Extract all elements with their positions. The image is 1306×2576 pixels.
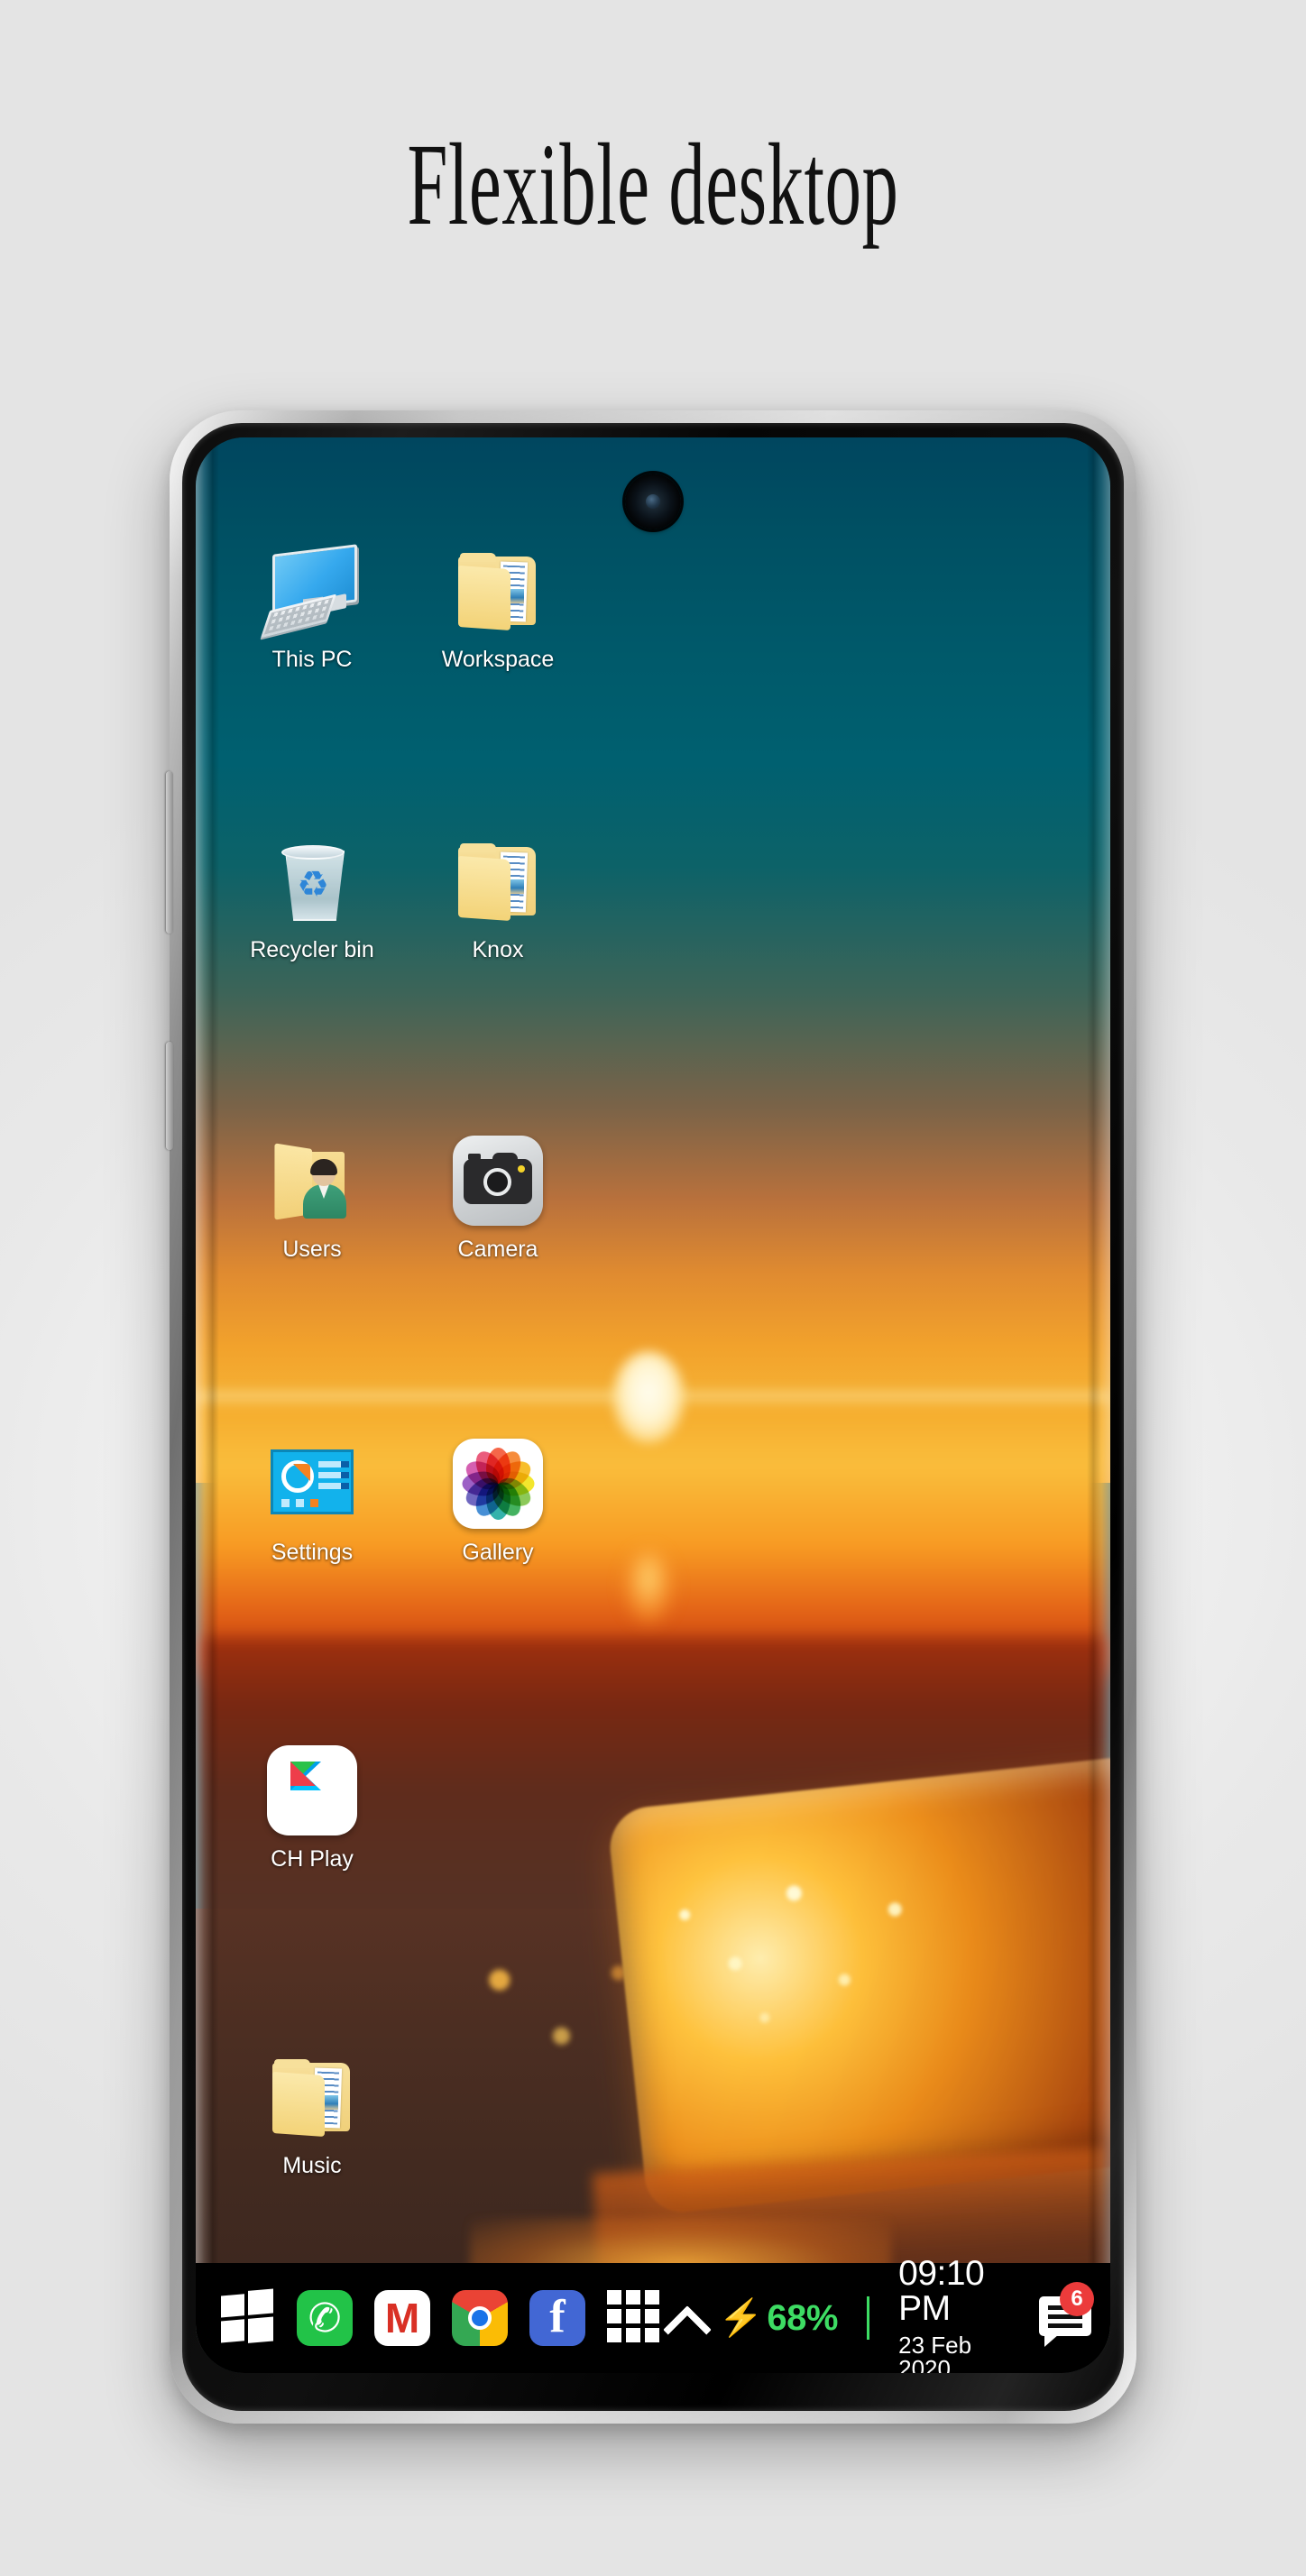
- chrome-icon: [452, 2290, 508, 2346]
- desktop-icon-label: This PC: [271, 647, 353, 672]
- desktop-icon-label: Users: [282, 1237, 342, 1262]
- desktop-icon-settings[interactable]: Settings: [235, 1437, 389, 1565]
- desktop-icon-label: Settings: [271, 1540, 354, 1565]
- desktop-icon-workspace[interactable]: Workspace: [421, 544, 575, 672]
- folder-icon: [451, 834, 545, 928]
- google-play-icon: [265, 1743, 359, 1837]
- windows-start-icon: [219, 2287, 275, 2344]
- taskbar: M: [196, 2256, 1110, 2373]
- settings-icon: [265, 1437, 359, 1531]
- taskbar-app-list: M: [196, 2287, 663, 2346]
- tray-divider: [866, 2296, 870, 2340]
- taskbar-item-chrome[interactable]: [452, 2290, 508, 2346]
- desktop-icon-knox[interactable]: Knox: [421, 834, 575, 962]
- desktop-icon-grid: This PC Workspace ♻ Recycler bin Knox Us…: [196, 437, 1110, 2263]
- messages-badge: 6: [1060, 2282, 1095, 2316]
- taskbar-item-facebook[interactable]: [529, 2290, 585, 2346]
- clock-widget[interactable]: 09:10 PM 23 Feb 2020: [898, 2256, 1016, 2373]
- page-title: Flexible desktop: [407, 120, 899, 250]
- gallery-photos-icon: [451, 1437, 545, 1531]
- phone-bezel: This PC Workspace ♻ Recycler bin Knox Us…: [182, 423, 1124, 2411]
- folder-icon: [451, 544, 545, 638]
- recycle-bin-icon: ♻: [265, 834, 359, 928]
- volume-button[interactable]: [166, 771, 173, 934]
- messages-button[interactable]: 6: [1039, 2282, 1095, 2347]
- taskbar-item-all-apps[interactable]: [607, 2290, 663, 2346]
- users-folder-icon: [265, 1134, 359, 1228]
- taskbar-item-phone[interactable]: [297, 2290, 353, 2346]
- desktop-icon-this-pc[interactable]: This PC: [235, 544, 389, 672]
- facebook-icon: [529, 2290, 585, 2346]
- phone-icon: [297, 2290, 353, 2346]
- phone-device-frame: This PC Workspace ♻ Recycler bin Knox Us…: [166, 410, 1136, 2424]
- desktop-icon-label: Gallery: [462, 1540, 534, 1565]
- power-button[interactable]: [166, 1042, 173, 1150]
- this-pc-icon: [260, 544, 359, 639]
- desktop-icon-recycler-bin[interactable]: ♻ Recycler bin: [235, 834, 389, 962]
- desktop-icon-music[interactable]: Music: [235, 2050, 389, 2178]
- desktop-icon-label: Camera: [457, 1237, 538, 1262]
- lightning-bolt-icon: ⚡: [718, 2298, 764, 2338]
- desktop-icon-gallery[interactable]: Gallery: [421, 1437, 575, 1565]
- desktop-icon-label: Music: [282, 2153, 342, 2178]
- phone-screen[interactable]: This PC Workspace ♻ Recycler bin Knox Us…: [196, 437, 1110, 2373]
- chevron-up-icon[interactable]: [663, 2295, 701, 2341]
- desktop-icon-label: Knox: [472, 937, 524, 962]
- taskbar-item-gmail[interactable]: M: [374, 2290, 430, 2346]
- desktop-icon-users[interactable]: Users: [235, 1134, 389, 1262]
- desktop-icon-camera[interactable]: Camera: [421, 1134, 575, 1262]
- clock-date: 23 Feb 2020: [898, 2332, 972, 2373]
- desktop-icon-ch-play[interactable]: CH Play: [235, 1743, 389, 1872]
- start-button[interactable]: [219, 2287, 275, 2346]
- desktop-icon-label: Recycler bin: [250, 937, 374, 962]
- gmail-icon: M: [374, 2290, 430, 2346]
- folder-icon: [265, 2050, 359, 2144]
- desktop-icon-label: Workspace: [441, 647, 555, 672]
- desktop-icon-label: CH Play: [271, 1846, 354, 1872]
- taskbar-system-tray: ⚡ 68% 09:10 PM 23 Feb 2020 6: [663, 2256, 1110, 2373]
- battery-status[interactable]: ⚡ 68%: [718, 2297, 839, 2339]
- battery-percent-label: 68%: [767, 2297, 838, 2338]
- clock-time: 09:10 PM: [898, 2254, 985, 2328]
- app-grid-icon: [607, 2290, 659, 2342]
- camera-app-icon: [451, 1134, 545, 1228]
